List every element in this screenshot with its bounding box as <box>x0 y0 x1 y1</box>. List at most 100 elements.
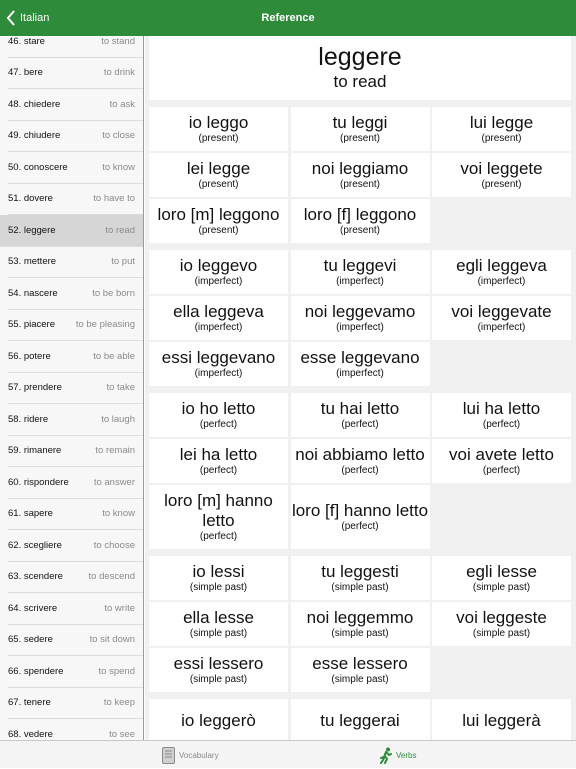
conjugation-form: io leggo <box>188 113 249 132</box>
sidebar-verb-item[interactable]: 55. piacere to be pleasing <box>8 310 143 341</box>
sidebar-verb-translation: to know <box>102 508 135 520</box>
sidebar-verb-translation: to laugh <box>101 413 135 425</box>
sidebar-verb-item[interactable]: 59. rimanere to remain <box>8 436 143 467</box>
sidebar-verb-word: 48. chiedere <box>8 98 61 110</box>
conjugation-form: tu leggevi <box>323 256 397 275</box>
sidebar-verb-item[interactable]: 52. leggere to read <box>0 215 143 247</box>
sidebar-verb-item[interactable]: 68. vedere to see <box>8 719 143 740</box>
conjugation-cell: tu leggerai <box>290 699 430 740</box>
conjugation-cell: esse lessero (simple past) <box>290 648 430 692</box>
sidebar-verb-item[interactable]: 56. potere to be able <box>8 341 143 373</box>
conjugation-cell: tu hai letto (perfect) <box>290 393 430 437</box>
conjugation-tense: (imperfect) <box>194 368 243 379</box>
sidebar-verb-translation: to have to <box>93 193 135 205</box>
verb-title: leggere <box>318 43 402 71</box>
conjugation-cell: tu leggevi (imperfect) <box>290 250 430 294</box>
conjugation-cell: essi leggevano (imperfect) <box>149 342 288 386</box>
conjugation-cell: lui legge (present) <box>432 107 571 151</box>
sidebar-verb-item[interactable]: 47. bere to drink <box>8 58 143 89</box>
conjugation-cell: voi avete letto (perfect) <box>432 439 571 483</box>
sidebar-verb-word: 53. mettere <box>8 256 57 268</box>
conjugation-form: egli lesse <box>466 562 537 581</box>
conjugation-form: noi leggiamo <box>311 159 409 178</box>
tab-vocabulary[interactable]: Vocabulary <box>162 741 219 769</box>
sidebar-verb-item[interactable]: 61. sapere to know <box>8 499 143 530</box>
sidebar-verb-item[interactable]: 57. prendere to take <box>8 373 143 404</box>
conjugation-cell: io leggerò <box>149 699 288 740</box>
conjugation-form: noi abbiamo letto <box>295 445 425 464</box>
sidebar-verb-translation: to read <box>105 224 135 236</box>
conjugation-panel[interactable]: leggere to read io leggo (present) tu legg… <box>145 36 576 740</box>
sidebar-verb-item[interactable]: 66. spendere to spend <box>8 656 143 688</box>
sidebar-verb-item[interactable]: 67. tenere to keep <box>8 688 143 719</box>
back-button[interactable]: Italian <box>6 0 49 36</box>
conjugation-cell: noi leggevamo (imperfect) <box>290 296 430 340</box>
sidebar-verb-word: 51. dovere <box>8 193 53 205</box>
empty-cell <box>432 485 571 549</box>
conjugation-tense: (simple past) <box>472 582 531 593</box>
sidebar-verb-word: 49. chiudere <box>8 130 61 142</box>
sidebar-verb-word: 58. ridere <box>8 413 49 425</box>
sidebar-verb-item[interactable]: 62. scegliere to choose <box>8 530 143 562</box>
conjugation-tense: (present) <box>339 133 380 144</box>
conjugation-form: lui ha letto <box>462 399 541 418</box>
conjugation-cell: voi leggevate (imperfect) <box>432 296 571 340</box>
sidebar-verb-item[interactable]: 60. rispondere to answer <box>8 467 143 499</box>
sidebar-verb-item[interactable]: 50. conoscere to know <box>8 152 143 184</box>
sidebar-verb-word: 46. stare <box>8 36 45 47</box>
sidebar-verb-item[interactable]: 63. scendere to descend <box>8 562 143 593</box>
tab-verbs[interactable]: Verbs <box>380 741 416 769</box>
sidebar-verb-item[interactable]: 49. chiudere to close <box>8 121 143 152</box>
sidebar-verb-word: 66. spendere <box>8 665 64 677</box>
conjugation-cell: loro [m] hanno letto (perfect) <box>149 485 288 549</box>
conjugation-cell: voi leggeste (simple past) <box>432 602 571 646</box>
conjugation-form: tu leggi <box>332 113 388 132</box>
conjugation-tense: (imperfect) <box>194 276 243 287</box>
sidebar-verb-item[interactable]: 51. dovere to have to <box>8 184 143 215</box>
conjugation-form: io leggevo <box>179 256 258 275</box>
conjugation-form: essi leggevano <box>161 348 276 367</box>
sidebar-verb-word: 63. scendere <box>8 571 63 583</box>
conjugation-cell: loro [f] leggono (present) <box>290 199 430 243</box>
sidebar-verb-translation: to take <box>106 382 135 394</box>
sidebar-verb-word: 60. rispondere <box>8 476 69 488</box>
conjugation-tense: (present) <box>198 133 239 144</box>
conjugation-tense: (simple past) <box>331 674 389 685</box>
conjugation-form: tu leggesti <box>321 562 399 581</box>
conjugation-tense: (imperfect) <box>336 322 384 333</box>
sidebar-verb-item[interactable]: 64. scrivere to write <box>8 593 143 625</box>
conjugation-tense: (present) <box>339 179 380 190</box>
sidebar-verb-item[interactable]: 48. chiedere to ask <box>8 89 143 121</box>
conjugation-tense: (simple past) <box>472 628 531 639</box>
conjugation-content: leggere to read io leggo (present) tu legg… <box>149 36 571 740</box>
sidebar-verb-word: 56. potere <box>8 350 51 362</box>
sidebar-verb-item[interactable]: 54. nascere to be born <box>8 278 143 310</box>
conjugation-form: esse lessero <box>312 654 408 673</box>
running-figure-icon <box>380 747 392 764</box>
conjugation-form: lui legge <box>469 113 534 132</box>
conjugation-tense: (present) <box>339 225 380 236</box>
conjugation-cell: lei legge (present) <box>149 153 288 197</box>
sidebar-verb-item[interactable]: 65. sedere to sit down <box>8 625 143 656</box>
sidebar-verb-item[interactable]: 58. ridere to laugh <box>8 404 143 436</box>
empty-cell <box>432 199 571 243</box>
tab-vocabulary-label: Vocabulary <box>179 750 219 760</box>
verb-list-sidebar[interactable]: 46. stare to stand 47. bere to drink 48. chi… <box>0 36 144 740</box>
conjugation-group: io leggerò tu leggerai lui leggerà <box>149 699 571 740</box>
sidebar-verb-word: 65. sedere <box>8 634 53 646</box>
conjugation-tense: (simple past) <box>189 628 248 639</box>
sidebar-verb-word: 67. tenere <box>8 697 51 709</box>
sidebar-verb-translation: to see <box>109 728 135 740</box>
conjugation-tense: (present) <box>481 133 522 144</box>
conjugation-cell: loro [m] leggono (present) <box>149 199 288 243</box>
sidebar-verb-translation: to be able <box>93 350 135 362</box>
empty-cell <box>432 648 571 692</box>
verb-list: 46. stare to stand 47. bere to drink 48. chi… <box>0 36 143 740</box>
conjugation-tense: (perfect) <box>341 465 379 476</box>
sidebar-verb-item[interactable]: 46. stare to stand <box>8 36 143 58</box>
conjugation-cell: io lessi (simple past) <box>149 556 288 600</box>
conjugation-cell: tu leggesti (simple past) <box>290 556 430 600</box>
sidebar-verb-item[interactable]: 53. mettere to put <box>8 247 143 278</box>
tab-bar: Vocabulary Verbs <box>0 740 576 768</box>
conjugation-cell: noi abbiamo letto (perfect) <box>290 439 430 483</box>
